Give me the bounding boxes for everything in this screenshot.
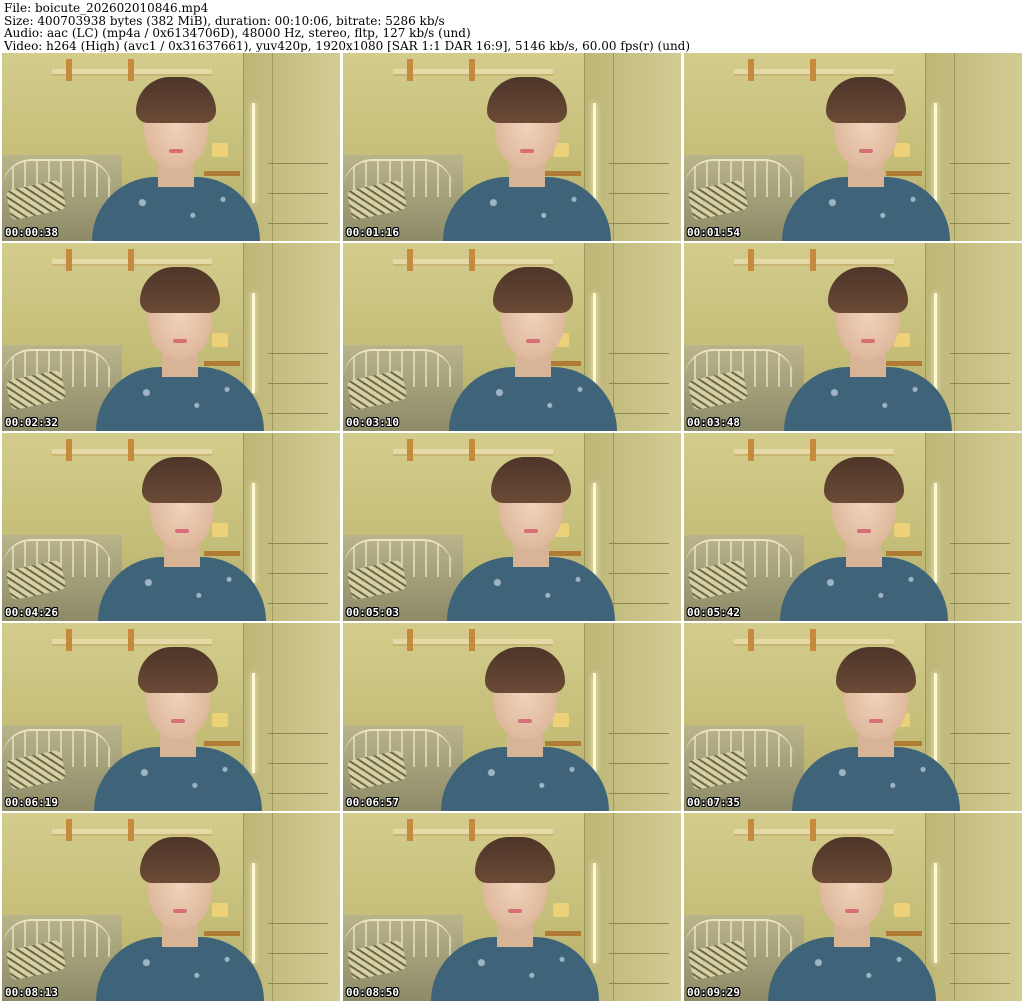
thumbnail-timestamp: 00:03:48 [687, 416, 740, 429]
thumbnail-timestamp: 00:02:32 [5, 416, 58, 429]
thumbnail-timestamp: 00:07:35 [687, 796, 740, 809]
video-thumbnail: 00:06:57 [343, 623, 681, 811]
file-size-line: Size: 400703938 bytes (382 MiB), duratio… [4, 14, 445, 27]
thumbnail-timestamp: 00:08:13 [5, 986, 58, 999]
video-thumbnail: 00:03:48 [684, 243, 1022, 431]
video-thumbnail: 00:00:38 [2, 53, 340, 241]
video-thumbnail: 00:05:42 [684, 433, 1022, 621]
thumbnail-timestamp: 00:06:57 [346, 796, 399, 809]
video-thumbnail: 00:06:19 [2, 623, 340, 811]
thumbnail-timestamp: 00:09:29 [687, 986, 740, 999]
thumbnail-timestamp: 00:00:38 [5, 226, 58, 239]
file-name-line: File: boicute_202602010846.mp4 [4, 2, 209, 15]
thumbnail-timestamp: 00:01:16 [346, 226, 399, 239]
thumbnail-timestamp: 00:04:26 [5, 606, 58, 619]
thumbnail-timestamp: 00:01:54 [687, 226, 740, 239]
video-thumbnail: 00:04:26 [2, 433, 340, 621]
video-thumbnail: 00:01:16 [343, 53, 681, 241]
thumbnail-timestamp: 00:05:42 [687, 606, 740, 619]
video-thumbnail: 00:05:03 [343, 433, 681, 621]
thumbnail-timestamp: 00:05:03 [346, 606, 399, 619]
thumbnail-grid: 00:00:38 00:01:16 00:01:54 00:02:32 00:0… [2, 53, 1022, 1003]
video-thumbnail: 00:02:32 [2, 243, 340, 431]
video-thumbnail: 00:08:13 [2, 813, 340, 1001]
file-info-header: File: boicute_202602010846.mp4 Size: 400… [4, 2, 1020, 52]
video-thumbnail: 00:01:54 [684, 53, 1022, 241]
video-info-line: Video: h264 (High) (avc1 / 0x31637661), … [4, 39, 691, 52]
video-thumbnail: 00:03:10 [343, 243, 681, 431]
thumbnail-timestamp: 00:06:19 [5, 796, 58, 809]
video-thumbnail: 00:08:50 [343, 813, 681, 1001]
video-thumbnail: 00:09:29 [684, 813, 1022, 1001]
thumbnail-timestamp: 00:08:50 [346, 986, 399, 999]
thumbnail-timestamp: 00:03:10 [346, 416, 399, 429]
video-thumbnail: 00:07:35 [684, 623, 1022, 811]
audio-info-line: Audio: aac (LC) (mp4a / 0x6134706D), 480… [4, 27, 471, 40]
